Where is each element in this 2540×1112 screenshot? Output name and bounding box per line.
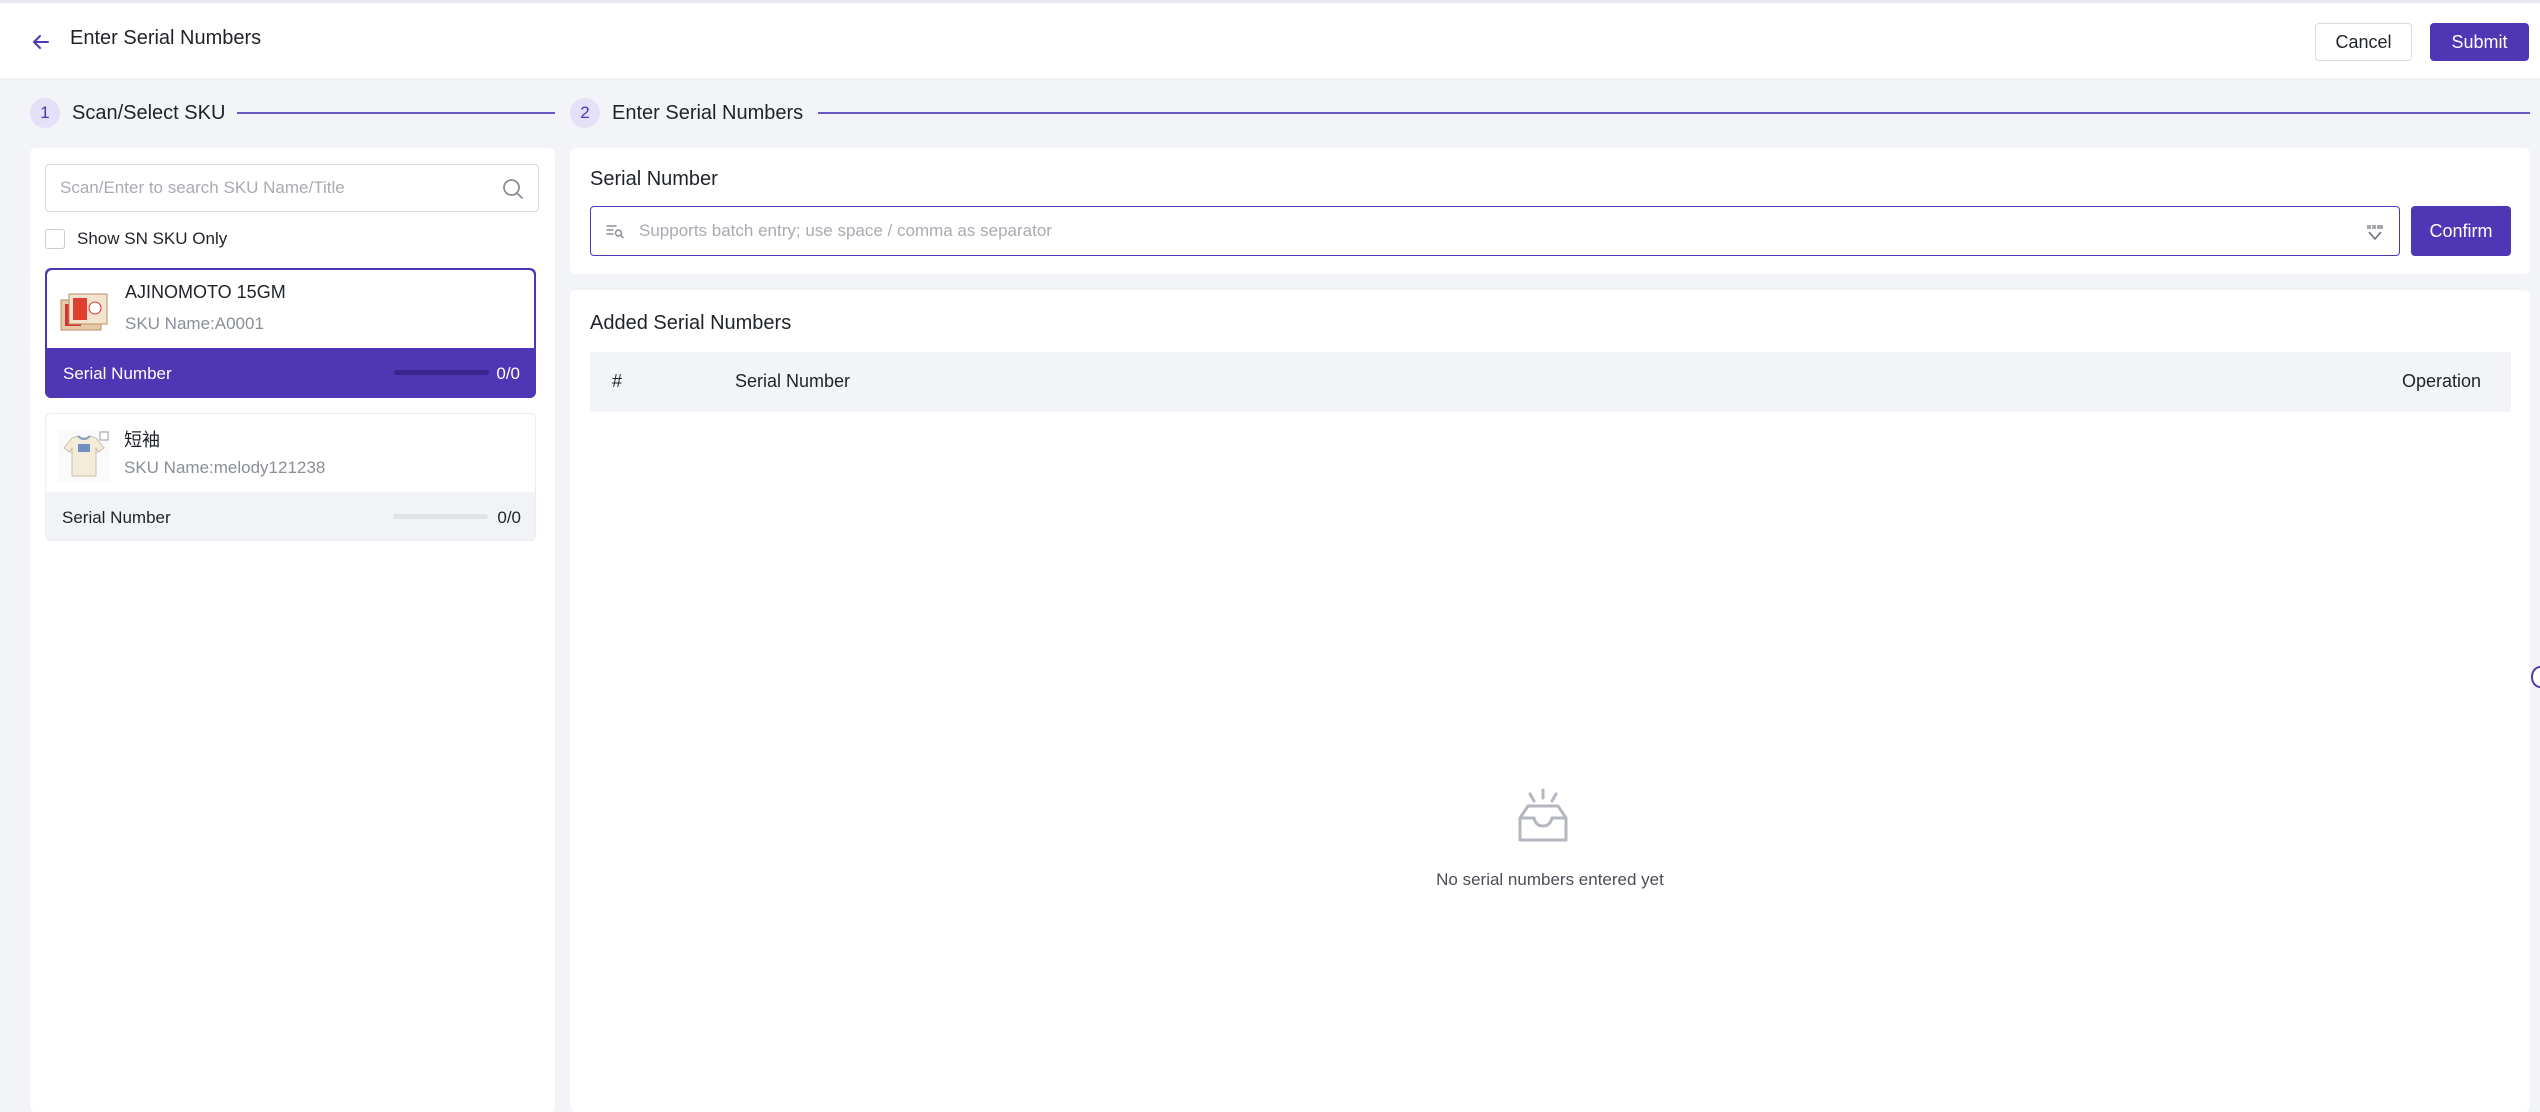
batch-list-icon (605, 221, 625, 241)
confirm-button[interactable]: Confirm (2411, 206, 2511, 256)
added-serial-numbers-panel: Added Serial Numbers # Serial Number Ope… (570, 290, 2530, 1112)
serial-count: 0/0 (496, 364, 520, 383)
step-2-connector (818, 112, 2530, 114)
sku-card-info: AJINOMOTO 15GM SKU Name:A0001 (47, 270, 534, 348)
serial-number-label: Serial Number (62, 508, 171, 527)
sku-title: AJINOMOTO 15GM (125, 282, 286, 302)
sku-panel: Show SN SKU Only AJINOMOTO 15GM SKU Name… (30, 148, 555, 1112)
cancel-button[interactable]: Cancel (2315, 23, 2412, 61)
step-2: 2 Enter Serial Numbers (570, 98, 803, 128)
sku-title: 短袖 (124, 430, 160, 450)
show-sn-sku-only-label: Show SN SKU Only (77, 229, 228, 248)
search-icon[interactable] (502, 178, 524, 200)
table-header: # Serial Number Operation (590, 352, 2511, 412)
serial-progress-bar (393, 514, 488, 519)
step-1: 1 Scan/Select SKU (30, 98, 225, 128)
sku-name: SKU Name:A0001 (125, 314, 264, 333)
step-1-label: Scan/Select SKU (72, 101, 226, 124)
serial-number-label: Serial Number (63, 364, 172, 383)
step-2-label: Enter Serial Numbers (612, 101, 804, 124)
column-header-serial-number: Serial Number (735, 371, 851, 391)
column-header-operation: Operation (2401, 371, 2481, 391)
show-sn-sku-only-toggle[interactable]: Show SN SKU Only (45, 228, 227, 250)
sku-card-info: 短袖 SKU Name:melody121238 (46, 414, 535, 492)
show-sn-sku-only-checkbox[interactable] (45, 229, 65, 249)
step-1-connector (237, 112, 555, 114)
back-arrow-icon[interactable] (28, 29, 54, 55)
serial-progress-bar (394, 370, 489, 375)
top-bar: Enter Serial Numbers Cancel Submit (0, 0, 2540, 78)
sku-search-box (45, 164, 539, 212)
empty-inbox-icon (1514, 788, 1572, 846)
step-2-number: 2 (570, 98, 600, 128)
product-box-thumbnail (59, 286, 111, 338)
shirt-thumbnail (58, 430, 110, 482)
serial-number-heading: Serial Number (590, 168, 718, 190)
sku-name: SKU Name:melody121238 (124, 458, 326, 477)
sku-serial-progress: Serial Number 0/0 (46, 492, 535, 540)
submit-button[interactable]: Submit (2430, 23, 2529, 61)
sku-card[interactable]: AJINOMOTO 15GM SKU Name:A0001 Serial Num… (45, 268, 536, 398)
sku-card[interactable]: 短袖 SKU Name:melody121238 Serial Number 0… (45, 413, 536, 541)
step-1-number: 1 (30, 98, 60, 128)
sku-search-input[interactable] (46, 165, 486, 211)
barcode-scan-icon[interactable] (2365, 222, 2385, 242)
serial-input-box (590, 206, 2400, 256)
sku-serial-progress: Serial Number 0/0 (47, 348, 534, 396)
column-header-index: # (612, 371, 623, 391)
serial-entry-panel: Serial Number Confirm (570, 148, 2530, 274)
serial-number-input[interactable] (639, 207, 2339, 255)
serial-count: 0/0 (497, 508, 521, 527)
page-title: Enter Serial Numbers (70, 27, 262, 49)
added-serial-numbers-heading: Added Serial Numbers (590, 312, 792, 334)
empty-state-text: No serial numbers entered yet (1436, 870, 1664, 889)
side-panel-handle[interactable] (2531, 666, 2540, 688)
